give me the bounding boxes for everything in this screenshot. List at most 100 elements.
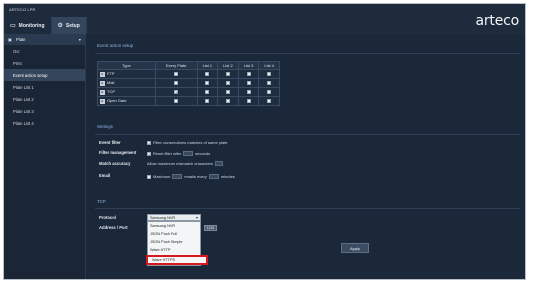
checkbox[interactable]	[246, 99, 251, 104]
reset-filter-text: Reset filter after	[153, 151, 182, 156]
tab-setup[interactable]: ⚙ Setup	[51, 17, 87, 34]
check-cell: ✓	[154, 87, 198, 97]
checkbox[interactable]	[174, 81, 179, 86]
type-label: Open Gate	[107, 98, 127, 104]
match-accuracy-control: Allow maximum mismatch characters	[147, 161, 224, 166]
sidebar-item-print[interactable]: Print	[4, 57, 85, 69]
app-window: ARTECO LPR ▭ Monitoring ⚙ Setup arteco ▣…	[3, 3, 526, 280]
event-filter-checkbox[interactable]: ✓	[147, 140, 151, 146]
match-accuracy-label: Match accuracy	[99, 161, 131, 166]
sidebar-item-plate-list-2[interactable]: Plate List 2	[4, 93, 85, 105]
checkbox[interactable]	[205, 90, 210, 95]
check-cell	[196, 87, 219, 97]
checkbox[interactable]	[246, 90, 251, 95]
event-action-title: Event action setup	[97, 43, 134, 48]
sidebar-header-plate[interactable]: ▣ Plate ▾	[4, 34, 85, 45]
email-control: Maximum emails every minutes	[147, 174, 235, 179]
type-cell: ▸ Mail	[97, 78, 156, 88]
top-bar: ARTECO LPR ▭ Monitoring ⚙ Setup arteco	[4, 4, 525, 34]
divider	[95, 53, 520, 54]
protocol-option-highlighted[interactable]: Wave HTTPS	[146, 255, 208, 265]
protocol-label: Protocol	[99, 215, 116, 220]
checkbox[interactable]	[267, 99, 272, 104]
check-cell	[237, 78, 260, 88]
event-filter-text: Filter consecutives matches of same plat…	[153, 140, 228, 145]
arteco-logo: arteco	[475, 13, 519, 29]
sidebar-item-label: Event action setup	[13, 72, 48, 78]
check-cell	[237, 96, 260, 106]
table-row: ▸ Open Gate	[97, 96, 280, 106]
tab-setup-label: Setup	[65, 22, 80, 29]
type-label: TCP	[107, 89, 115, 95]
column-header: List 2	[217, 61, 239, 70]
email-max-checkbox[interactable]	[147, 174, 151, 179]
reset-seconds-input[interactable]	[183, 151, 194, 156]
plate-icon: ▣	[8, 37, 12, 42]
chevron-down-icon: ▾	[78, 37, 81, 42]
checkbox[interactable]	[205, 81, 210, 86]
action-type-icon: ▸	[100, 98, 105, 104]
checkbox[interactable]	[267, 90, 272, 95]
sidebar-item-label: Plate List 2	[13, 96, 34, 102]
sidebar-item-plate-list-4[interactable]: Plate List 4	[4, 117, 85, 129]
checkbox[interactable]	[267, 72, 272, 77]
check-cell	[154, 69, 198, 79]
checkbox[interactable]	[174, 99, 179, 104]
sidebar-item-label: Print	[13, 60, 22, 66]
protocol-select[interactable]: Samsung NVR ▾	[147, 214, 201, 221]
sidebar-item-plate-list-1[interactable]: Plate List 1	[4, 81, 85, 93]
protocol-option[interactable]: Samsung NVR	[148, 222, 200, 230]
protocol-dropdown-list: Samsung NVR JSON Push Full JSON Push Sim…	[146, 221, 208, 266]
checkbox[interactable]	[225, 99, 230, 104]
sidebar-item-label: Plate List 1	[13, 84, 34, 90]
check-cell	[196, 78, 219, 88]
protocol-option[interactable]: JSON Push Full	[148, 230, 200, 238]
email-count-input[interactable]	[172, 174, 183, 179]
checkbox[interactable]	[225, 72, 230, 77]
sidebar-item-event-action-setup[interactable]: Event action setup	[4, 69, 85, 81]
event-filter-control: ✓ Filter consecutives matches of same pl…	[147, 140, 228, 146]
tcp-title: TCP	[97, 199, 106, 204]
action-type-icon: ▸	[100, 80, 105, 86]
main-panel: Event action setup Type Every Plate List…	[87, 34, 525, 279]
type-label: FTP	[107, 71, 115, 77]
sidebar: ▣ Plate ▾ Ocr Print Event action setup Pl…	[4, 34, 86, 279]
email-maximum-text: Maximum	[153, 174, 171, 179]
apply-button[interactable]: Apply	[341, 243, 369, 253]
checkbox[interactable]	[205, 99, 210, 104]
sidebar-item-label: Plate List 3	[13, 108, 34, 114]
table-row: ▸ Mail	[97, 78, 280, 88]
email-minutes-input[interactable]	[208, 174, 219, 179]
check-cell	[258, 87, 280, 97]
protocol-option[interactable]: Wave HTTP	[148, 246, 200, 254]
check-cell	[217, 69, 239, 79]
email-every-text: emails every	[184, 174, 207, 179]
checkbox[interactable]	[205, 72, 210, 77]
port-input[interactable]: 1234	[204, 225, 217, 231]
check-cell	[154, 78, 198, 88]
address-port-label: Address / Port	[99, 225, 128, 230]
filter-management-label: Filter management	[99, 150, 137, 155]
seconds-text: seconds	[195, 151, 211, 156]
checkbox[interactable]	[246, 81, 251, 86]
protocol-option[interactable]: JSON Push Simple	[148, 238, 200, 246]
column-header: Every Plate	[154, 61, 198, 70]
checkbox[interactable]	[174, 72, 179, 77]
checkbox-checked[interactable]: ✓	[174, 90, 179, 95]
sidebar-item-plate-list-3[interactable]: Plate List 3	[4, 105, 85, 117]
column-header: Type	[97, 61, 156, 70]
type-cell: ▸ TCP	[97, 87, 156, 97]
check-cell	[154, 96, 198, 106]
reset-filter-checkbox[interactable]: ✓	[147, 151, 151, 157]
checkbox[interactable]	[267, 81, 272, 86]
mismatch-characters-input[interactable]	[215, 161, 224, 166]
action-type-icon: ▸	[100, 71, 105, 77]
email-label: Email	[99, 173, 111, 178]
checkbox[interactable]	[225, 90, 230, 95]
check-cell	[217, 96, 239, 106]
table-row: ▸ TCP ✓	[97, 87, 280, 97]
checkbox[interactable]	[246, 72, 251, 77]
sidebar-item-ocr[interactable]: Ocr	[4, 45, 85, 57]
tab-monitoring[interactable]: ▭ Monitoring	[4, 17, 52, 34]
checkbox[interactable]	[225, 81, 230, 86]
